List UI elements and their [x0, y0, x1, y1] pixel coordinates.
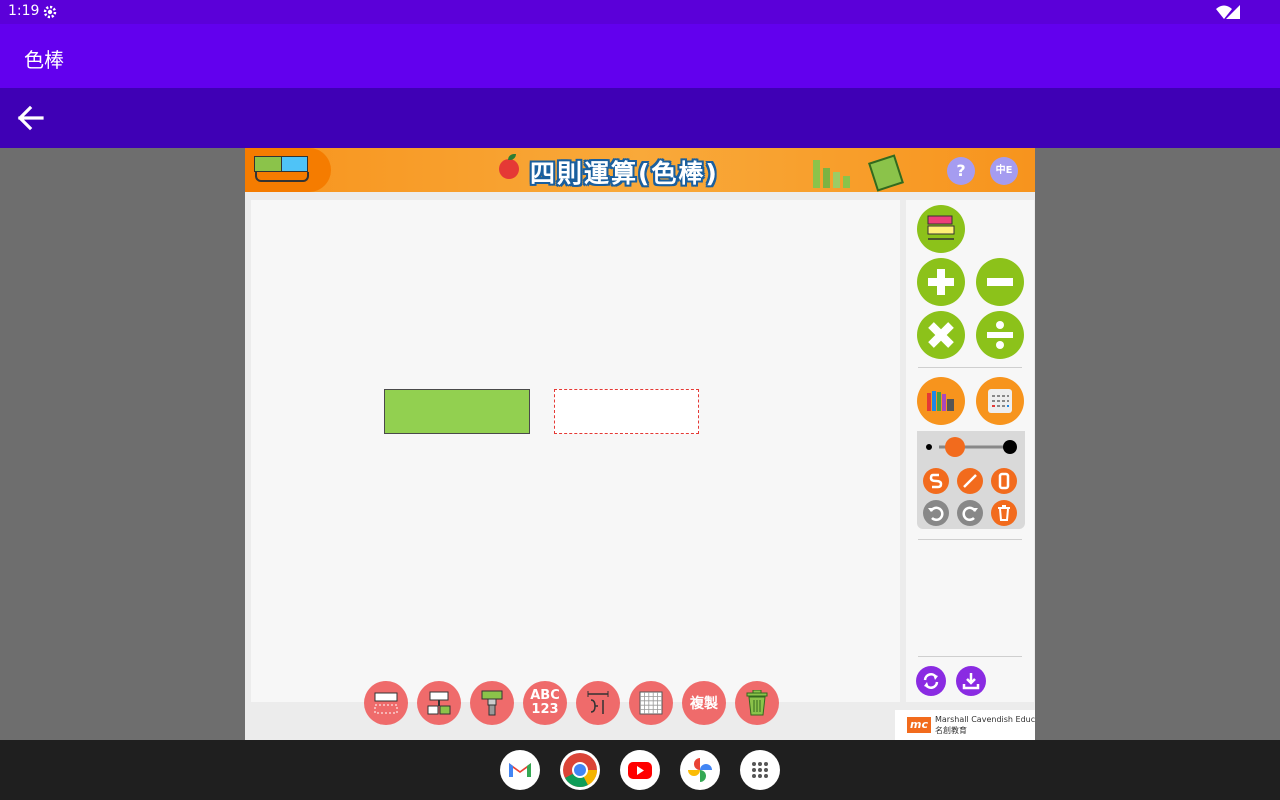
settings-gear-icon	[43, 5, 57, 19]
delete-button[interactable]	[735, 681, 779, 725]
redo-icon	[962, 506, 978, 522]
photos-icon	[688, 758, 712, 782]
gmail-icon	[509, 763, 531, 777]
bar-compare-icon	[927, 215, 955, 240]
color-bar-empty-dashed[interactable]	[554, 389, 699, 434]
photos-app[interactable]	[680, 750, 720, 790]
back-arrow-icon[interactable]	[12, 100, 48, 136]
divide-icon	[987, 321, 1013, 349]
split-bar-icon	[374, 692, 398, 714]
status-time: 1:19	[8, 3, 40, 19]
colored-pencils-icon	[927, 391, 954, 411]
reset-button[interactable]	[916, 666, 946, 696]
multiply-button[interactable]	[917, 311, 965, 359]
grid-button[interactable]	[629, 681, 673, 725]
pen-tools-panel	[917, 431, 1025, 529]
bar-model-toggle[interactable]	[245, 148, 331, 192]
status-bar: 1:19	[0, 0, 1280, 24]
taskbar	[0, 740, 1280, 800]
label-text-button[interactable]: ABC 123	[523, 681, 567, 725]
squiggle-pen-icon	[929, 473, 943, 489]
minus-icon	[987, 278, 1013, 286]
plus-icon	[928, 269, 954, 295]
notebook-decoration-icon	[868, 154, 904, 192]
freehand-pen-button[interactable]	[923, 468, 949, 494]
gmail-app[interactable]	[500, 750, 540, 790]
language-icon: 中E	[995, 165, 1013, 176]
paint-roller-icon	[481, 690, 503, 716]
eraser-button[interactable]	[991, 468, 1017, 494]
leaf-icon	[508, 154, 516, 160]
download-icon	[962, 673, 980, 690]
download-button[interactable]	[956, 666, 986, 696]
work-canvas[interactable]	[251, 200, 900, 702]
divider	[918, 539, 1022, 540]
calculator-icon	[988, 389, 1012, 413]
help-button[interactable]: ?	[947, 157, 975, 185]
chrome-icon	[563, 753, 597, 787]
dropdown-caret-icon	[255, 172, 309, 182]
youtube-app[interactable]	[620, 750, 660, 790]
navigation-bar	[0, 88, 1280, 148]
calculator-button[interactable]	[976, 377, 1024, 425]
bar-model-icon	[254, 156, 308, 172]
subtract-button[interactable]	[976, 258, 1024, 306]
abc-label: ABC	[530, 688, 560, 703]
undo-button[interactable]	[923, 500, 949, 526]
apple-icon	[499, 159, 519, 179]
help-icon: ?	[956, 161, 966, 180]
copy-button[interactable]: 複製	[682, 681, 726, 725]
copy-label: 複製	[690, 696, 718, 712]
brace-measure-icon	[587, 691, 609, 714]
grid-icon	[639, 691, 663, 715]
line-pen-button[interactable]	[957, 468, 983, 494]
app-drawer[interactable]	[740, 750, 780, 790]
divider	[918, 367, 1022, 368]
divide-button[interactable]	[976, 311, 1024, 359]
pen-size-slider[interactable]	[925, 437, 1021, 457]
trash-icon	[998, 505, 1010, 521]
brand-name-en: Marshall Cavendish Education	[935, 715, 1035, 724]
refresh-icon	[923, 673, 939, 689]
number-label: 123	[531, 702, 559, 717]
split-bar-button[interactable]	[364, 681, 408, 725]
signal-icon	[1226, 5, 1240, 19]
side-panel	[906, 200, 1034, 702]
partition-bar-button[interactable]	[417, 681, 461, 725]
publisher-logo: mc Marshall Cavendish Education 名創教育	[895, 710, 1035, 740]
redo-button[interactable]	[957, 500, 983, 526]
add-button[interactable]	[917, 258, 965, 306]
webapp-frame: 四則運算(色棒) ? 中E ABC 123 複製 mc Marshall Cav…	[245, 148, 1035, 740]
app-drawer-icon	[752, 762, 768, 778]
bar-chart-decoration-icon	[813, 160, 850, 188]
app-title: 色棒	[24, 48, 64, 72]
youtube-icon	[628, 762, 652, 779]
straight-line-icon	[963, 474, 977, 488]
trash-icon	[746, 690, 768, 716]
divider	[918, 656, 1022, 657]
brace-measure-button[interactable]	[576, 681, 620, 725]
partition-bar-icon	[427, 691, 451, 715]
multiply-icon	[928, 322, 954, 348]
eraser-icon	[998, 472, 1010, 490]
mc-logo-icon: mc	[907, 717, 931, 733]
header-banner: 四則運算(色棒) ? 中E	[245, 148, 1035, 192]
color-pencils-button[interactable]	[917, 377, 965, 425]
chrome-app[interactable]	[560, 750, 600, 790]
brand-name-zh: 名創教育	[935, 726, 967, 735]
undo-icon	[928, 506, 944, 522]
language-button[interactable]: 中E	[990, 157, 1018, 185]
bar-compare-button[interactable]	[917, 205, 965, 253]
app-bar: 色棒	[0, 24, 1280, 88]
clear-drawing-button[interactable]	[991, 500, 1017, 526]
paint-brush-button[interactable]	[470, 681, 514, 725]
bottom-toolbar: ABC 123 複製	[364, 681, 779, 727]
page-title: 四則運算(色棒)	[530, 159, 719, 188]
color-bar-green[interactable]	[384, 389, 530, 434]
